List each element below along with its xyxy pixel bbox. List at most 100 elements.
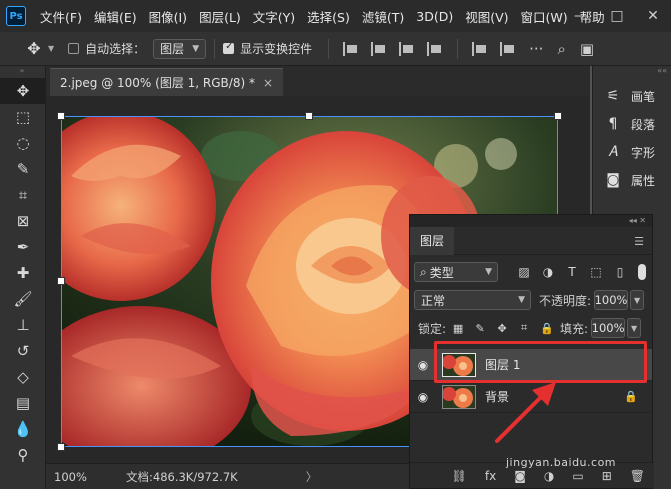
dock-brush-label: 画笔 <box>631 89 656 104</box>
eraser-tool-icon[interactable]: ◇ <box>0 364 46 390</box>
menu-type[interactable]: 文字(Y) <box>253 7 295 26</box>
filter-smart-object-icon[interactable]: ▯ <box>614 265 626 279</box>
move-tool-icon[interactable]: ✥ <box>0 78 46 104</box>
stamp-tool-icon[interactable]: ⊥ <box>0 312 46 338</box>
annotation-highlight-box <box>434 341 647 383</box>
auto-select-label: 自动选择： <box>85 42 146 56</box>
trash-icon[interactable]: 🗑 <box>630 469 645 483</box>
close-window-button[interactable]: ✕ <box>635 8 671 24</box>
zoom-level[interactable]: 100% <box>54 470 94 484</box>
menu-view[interactable]: 视图(V) <box>465 7 508 26</box>
close-tab-icon[interactable]: × <box>263 76 273 90</box>
menu-file[interactable]: 文件(F) <box>40 7 82 26</box>
eyedropper-tool-icon[interactable]: ✒ <box>0 234 46 260</box>
dock-properties[interactable]: ◙ 属性 <box>593 166 671 194</box>
menu-filter[interactable]: 滤镜(T) <box>362 7 404 26</box>
transform-handle-top-center[interactable] <box>305 112 313 120</box>
add-mask-icon[interactable]: ◙ <box>514 469 526 483</box>
fill-slider-toggle[interactable]: ▼ <box>627 318 642 338</box>
move-tool-preset-icon[interactable]: ✥ <box>22 39 46 58</box>
align-middle-icon[interactable] <box>500 41 516 56</box>
layer-row-background[interactable]: ◉ 背景 🔒 <box>410 381 652 413</box>
transform-handle-top-left[interactable] <box>57 112 65 120</box>
layer-thumbnail <box>442 384 476 409</box>
panel-menu-icon[interactable]: ☰ <box>634 235 644 248</box>
layer-name[interactable]: 背景 <box>485 388 509 405</box>
auto-select-checkbox[interactable] <box>68 43 80 54</box>
search-icon[interactable]: ⌕ <box>557 40 565 58</box>
align-right-icon[interactable] <box>399 41 415 56</box>
menu-edit[interactable]: 编辑(E) <box>94 7 137 26</box>
show-transform-checkbox[interactable] <box>223 41 235 54</box>
dock-glyphs[interactable]: 𝐴 字形 <box>593 138 671 166</box>
chevron-down-icon: ▼ <box>192 43 200 54</box>
blur-tool-icon[interactable]: 💧 <box>0 416 46 442</box>
lock-transparent-icon[interactable]: ▦ <box>452 322 464 335</box>
properties-icon: ◙ <box>606 172 620 188</box>
align-left-icon[interactable] <box>343 41 359 56</box>
menu-image[interactable]: 图像(I) <box>149 7 187 26</box>
glyphs-icon: 𝐴 <box>608 144 618 160</box>
align-horizontal-icon[interactable] <box>427 41 443 56</box>
auto-select-target-dropdown[interactable]: 图层 ▼ <box>153 38 207 59</box>
frame-tool-icon[interactable]: ⊠ <box>0 208 46 234</box>
document-tab-title: 2.jpeg @ 100% (图层 1, RGB/8) * <box>60 76 255 90</box>
dock-paragraph[interactable]: ¶ 段落 <box>593 110 671 138</box>
healing-brush-tool-icon[interactable]: ✚ <box>0 260 46 286</box>
dodge-tool-icon[interactable]: ⚲ <box>0 442 46 468</box>
dock-brush[interactable]: ⚟ 画笔 <box>593 82 671 110</box>
group-icon[interactable]: ▭ <box>572 469 583 483</box>
panel-collapse-icon[interactable]: ◂◂ ✕ <box>410 215 652 227</box>
menu-3d[interactable]: 3D(D) <box>416 9 453 24</box>
fill-input[interactable]: 100% <box>591 318 626 338</box>
eye-icon[interactable]: ◉ <box>410 358 436 372</box>
collapse-dock-icon[interactable]: «« <box>593 66 671 82</box>
more-options-icon[interactable]: ··· <box>529 40 543 58</box>
opacity-slider-toggle[interactable]: ▼ <box>630 290 645 310</box>
lock-all-icon[interactable]: 🔒 <box>540 322 554 335</box>
transform-handle-middle-left[interactable] <box>57 277 65 285</box>
menu-select[interactable]: 选择(S) <box>307 7 350 26</box>
eye-icon[interactable]: ◉ <box>410 390 436 404</box>
align-top-icon[interactable] <box>472 41 488 56</box>
tab-layers[interactable]: 图层 <box>410 226 455 255</box>
fill-label: 填充: <box>560 321 589 336</box>
workspace-icon[interactable]: ▣ <box>580 40 594 58</box>
lasso-tool-icon[interactable]: ◌ <box>0 130 46 156</box>
brush-tool-icon[interactable]: 🖌 <box>0 286 46 312</box>
menu-window[interactable]: 窗口(W) <box>521 7 568 26</box>
fx-icon[interactable]: fx <box>485 469 496 483</box>
link-layers-icon[interactable]: ⛓ <box>452 469 467 483</box>
layers-panel-tabs: 图层 ☰ <box>410 226 652 255</box>
history-brush-tool-icon[interactable]: ↺ <box>0 338 46 364</box>
filter-adjustment-icon[interactable]: ◑ <box>542 265 554 279</box>
document-tab[interactable]: 2.jpeg @ 100% (图层 1, RGB/8) * × <box>50 68 284 96</box>
dock-paragraph-label: 段落 <box>631 117 656 132</box>
filter-toggle-switch[interactable] <box>638 264 646 280</box>
minimize-button[interactable]: — <box>563 8 599 24</box>
status-menu-icon[interactable]: 〉 <box>306 469 318 485</box>
marquee-tool-icon[interactable]: ⬚ <box>0 104 46 130</box>
blend-mode-dropdown[interactable]: 正常 ▼ <box>414 290 531 310</box>
transform-handle-top-right[interactable] <box>554 112 562 120</box>
layer-filter-row: ⌕ 类型 ▼ ▨ ◑ T ⬚ ▯ <box>410 259 652 285</box>
layer-filter-kind-dropdown[interactable]: ⌕ 类型 ▼ <box>414 262 498 282</box>
gradient-tool-icon[interactable]: ▤ <box>0 390 46 416</box>
transform-handle-bottom-left[interactable] <box>57 443 65 451</box>
crop-tool-icon[interactable]: ⌗ <box>0 182 46 208</box>
lock-position-icon[interactable]: ✥ <box>496 322 508 335</box>
opacity-input[interactable]: 100% <box>594 290 629 310</box>
new-layer-icon[interactable]: ⊞ <box>602 469 612 483</box>
adjustment-layer-icon[interactable]: ◑ <box>544 469 554 483</box>
lock-artboard-icon[interactable]: ⌗ <box>518 321 530 335</box>
lock-image-icon[interactable]: ✎ <box>474 322 486 335</box>
filter-type-icon[interactable]: T <box>566 265 578 279</box>
filter-shape-icon[interactable]: ⬚ <box>590 265 602 279</box>
expand-toolbar-icon[interactable]: » <box>0 66 45 78</box>
maximize-button[interactable]: □ <box>599 8 635 24</box>
filter-pixel-icon[interactable]: ▨ <box>518 265 530 279</box>
menu-layer[interactable]: 图层(L) <box>199 7 241 26</box>
chevron-down-icon[interactable]: ▼ <box>48 44 54 53</box>
align-center-icon[interactable] <box>371 41 387 56</box>
quick-select-tool-icon[interactable]: ✎ <box>0 156 46 182</box>
